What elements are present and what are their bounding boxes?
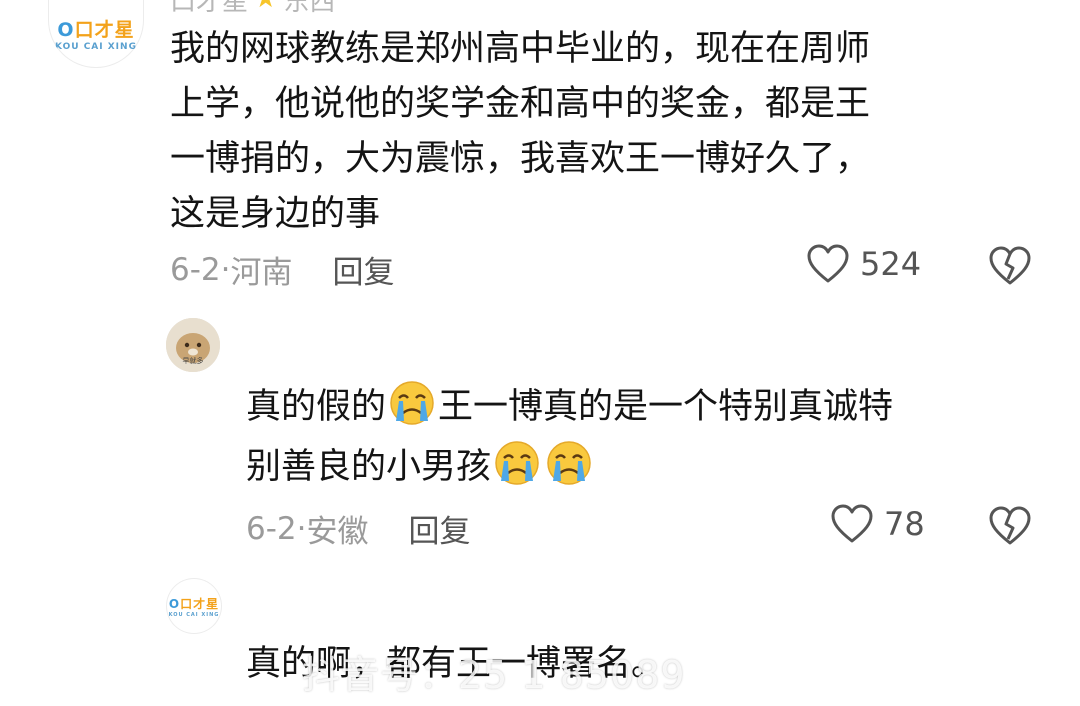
- avatar-caption: 早就多: [183, 356, 204, 365]
- logo-subtitle: KOU CAI XING: [168, 611, 220, 618]
- crying-emoji-icon: [493, 439, 541, 487]
- logo: O口才星: [168, 596, 220, 611]
- dislike-icon[interactable]: [988, 246, 1032, 286]
- comment-region: 安徽: [306, 514, 369, 550]
- like-count: 524: [860, 245, 922, 283]
- user-name[interactable]: 口才星: [170, 0, 248, 18]
- logo: O口才星: [57, 18, 135, 41]
- comment-line: 别善良的小男孩: [246, 437, 893, 497]
- watermark: 抖音号：25 1 85089: [302, 653, 686, 697]
- heart-icon: [830, 504, 874, 544]
- user-location: 东西: [283, 0, 336, 17]
- comment-date: 6-2: [246, 510, 297, 547]
- comment-meta: 6-2 · 河南 回复: [170, 247, 395, 292]
- logo-subtitle: KOU CAI XING: [55, 41, 137, 52]
- comment-line: 我的网球教练是郑州高中毕业的，现在在周师: [170, 29, 871, 69]
- comment-meta: 6-2 · 安徽 回复: [246, 506, 471, 551]
- comment-fragment: 真的假的: [246, 387, 387, 427]
- comment-line: 这是身边的事: [170, 194, 381, 234]
- comment-line: 上学，他说他的奖学金和高中的奖金，都是王: [170, 84, 871, 124]
- star-icon: ★: [254, 0, 277, 14]
- reply-button[interactable]: 回复: [409, 506, 471, 551]
- crying-emoji-icon: [545, 439, 593, 487]
- reply-button[interactable]: 回复: [333, 247, 395, 292]
- avatar[interactable]: O口才星 KOU CAI XING: [48, 0, 144, 68]
- comment-body: 真的假的 王一博真的是一个特别真诚特 别善良的小男孩: [246, 377, 893, 497]
- like-button[interactable]: 78: [830, 504, 925, 544]
- comment-fragment: 别善良的小男孩: [246, 447, 492, 487]
- like-count: 78: [884, 505, 925, 543]
- heart-icon: [806, 244, 850, 284]
- comment-date: 6-2: [170, 251, 221, 288]
- separator: ·: [220, 251, 231, 288]
- comment-region: 河南: [230, 255, 293, 291]
- comment-line: 真的假的 王一博真的是一个特别真诚特: [246, 377, 893, 437]
- comment-header: 口才星 ★ 东西: [170, 0, 335, 17]
- separator: ·: [296, 510, 307, 547]
- comment-line: 一博捐的，大为震惊，我喜欢王一博好久了，: [170, 139, 871, 179]
- dislike-icon[interactable]: [988, 506, 1032, 546]
- comment-fragment: 王一博真的是一个特别真诚特: [438, 387, 894, 427]
- like-button[interactable]: 524: [806, 244, 921, 284]
- avatar[interactable]: 早就多: [166, 318, 220, 372]
- crying-emoji-icon: [388, 379, 436, 427]
- avatar[interactable]: O口才星 KOU CAI XING: [166, 578, 222, 634]
- comment-body: 我的网球教练是郑州高中毕业的，现在在周师 上学，他说他的奖学金和高中的奖金，都是…: [170, 22, 870, 242]
